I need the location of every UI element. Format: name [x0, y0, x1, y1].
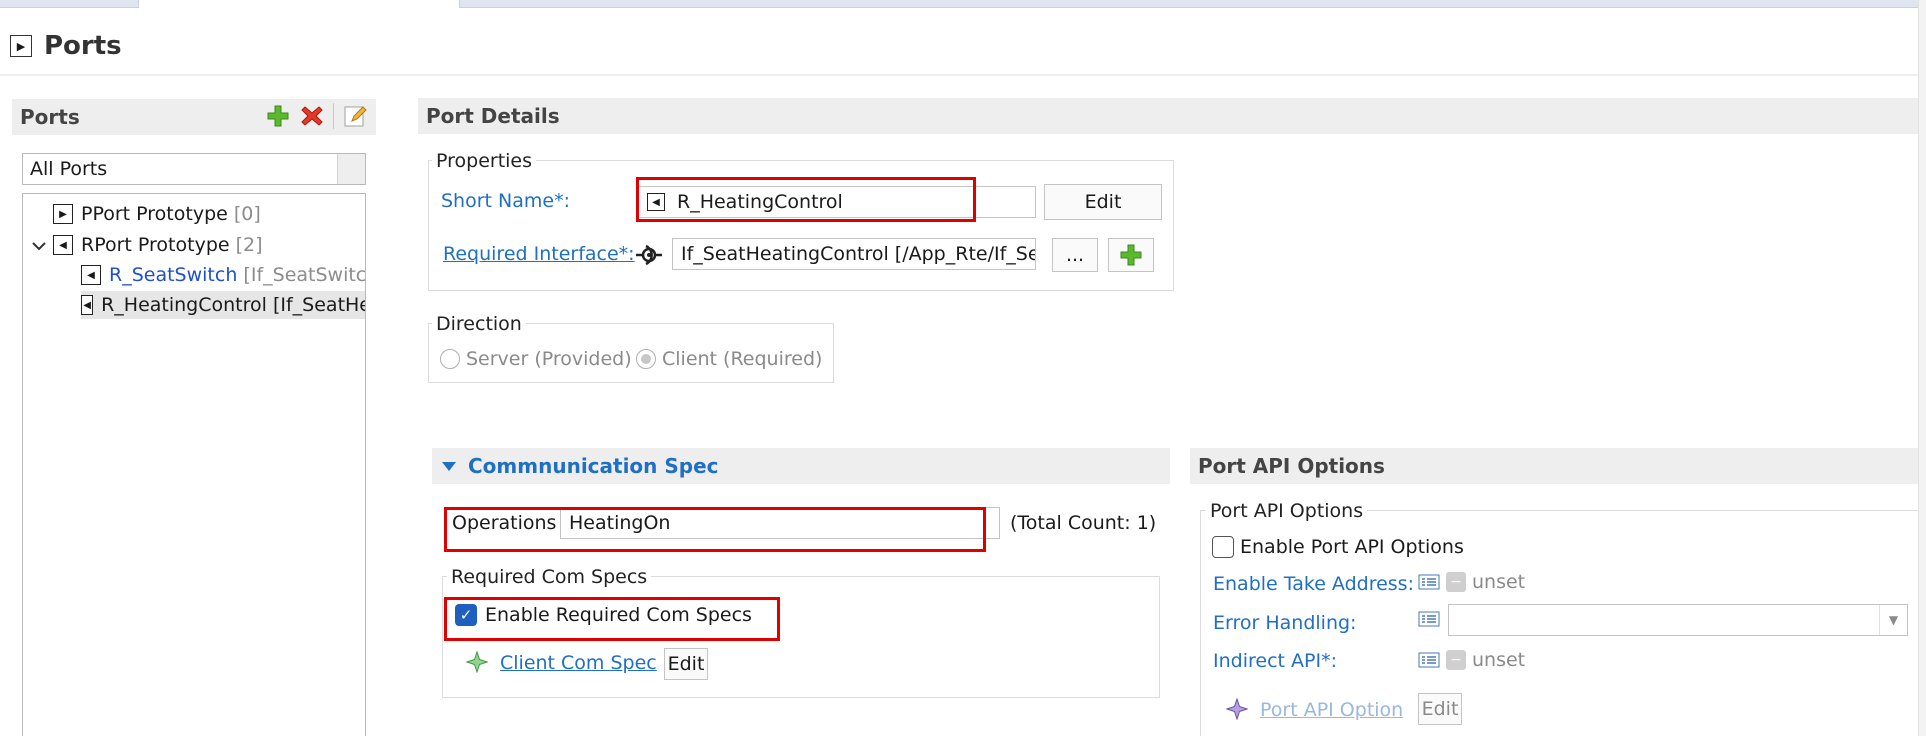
required-com-specs-title: Required Com Specs: [447, 566, 652, 588]
add-port-icon[interactable]: [265, 103, 291, 129]
direction-group-title: Direction: [432, 313, 526, 335]
ports-tree[interactable]: ▶ PPort Prototype [0] ◀ RPort Prototype …: [22, 193, 366, 736]
port-api-option-link[interactable]: Port API Option: [1260, 699, 1403, 721]
enable-port-api-options-checkbox[interactable]: Enable Port API Options: [1212, 536, 1464, 558]
list-properties-icon: [1418, 610, 1440, 632]
sparkle-icon: [1225, 697, 1249, 725]
r-heatingcontrol-label: R_HeatingControl: [101, 294, 267, 316]
vertical-scrollbar[interactable]: [1918, 0, 1926, 736]
client-com-spec-edit-button[interactable]: Edit: [664, 648, 708, 680]
list-properties-icon: [1418, 573, 1440, 591]
pport-count: [0]: [233, 203, 261, 225]
radio-off-icon: [440, 349, 460, 369]
client-com-spec-link[interactable]: Client Com Spec: [500, 652, 657, 674]
server-provided-label: Server (Provided): [466, 348, 632, 370]
tree-item-rport[interactable]: ◀ RPort Prototype [2]: [29, 231, 263, 259]
client-required-radio[interactable]: Client (Required): [636, 348, 822, 370]
port-details-header: Port Details: [418, 98, 1918, 134]
chevron-down-icon[interactable]: [29, 236, 49, 255]
page-title: Ports: [44, 31, 122, 61]
indirect-api-label: Indirect API*:: [1213, 650, 1337, 672]
required-interface-link[interactable]: Required Interface*:: [443, 243, 635, 265]
port-details-title: Port Details: [426, 104, 560, 128]
required-interface-field[interactable]: If_SeatHeatingControl [/App_Rte/If_Sea: [672, 238, 1036, 270]
indirect-api-value-group[interactable]: − unset: [1418, 649, 1525, 671]
list-properties-icon: [1418, 651, 1440, 669]
ports-section-header: Ports: [12, 99, 376, 135]
port-api-options-group-title: Port API Options: [1206, 500, 1368, 522]
server-provided-radio[interactable]: Server (Provided): [440, 348, 632, 370]
sparkle-icon: [465, 650, 489, 678]
radio-selected-icon: [636, 349, 656, 369]
take-address-value: unset: [1472, 571, 1526, 593]
tree-item-r-seatswitch[interactable]: ◀ R_SeatSwitch [If_SeatSwitch: [81, 261, 366, 289]
port-api-options-header-title: Port API Options: [1198, 454, 1385, 478]
port-api-options-header: Port API Options: [1190, 448, 1918, 484]
rport-label: RPort Prototype: [81, 234, 230, 256]
properties-group-title: Properties: [432, 150, 537, 172]
short-name-label: Short Name*:: [441, 190, 570, 212]
highlight-enable-required-com-specs: [444, 597, 780, 641]
r-heatingcontrol-interface: [If_SeatHe: [272, 294, 366, 316]
unset-icon: −: [1446, 650, 1466, 670]
unset-icon: −: [1446, 572, 1466, 592]
collapse-toggle-icon[interactable]: ▶: [10, 35, 32, 57]
add-icon: [1120, 244, 1142, 266]
highlight-operations: [444, 507, 986, 552]
ports-toolbar: [265, 103, 368, 129]
port-filter-value: All Ports: [30, 158, 108, 180]
enable-take-address-label: Enable Take Address:: [1213, 573, 1414, 595]
take-address-value-group[interactable]: − unset: [1418, 571, 1525, 593]
checkbox-unchecked-icon: [1212, 536, 1234, 558]
tree-item-r-heatingcontrol[interactable]: ◀ R_HeatingControl [If_SeatHe: [81, 291, 366, 319]
client-required-label: Client (Required): [662, 348, 823, 370]
add-interface-button[interactable]: [1108, 238, 1154, 272]
toolbar-separator: [333, 103, 334, 129]
r-seatswitch-label: R_SeatSwitch: [109, 264, 238, 286]
pport-node-icon: ▶: [53, 204, 73, 224]
error-handling-label: Error Handling:: [1213, 612, 1357, 634]
rport-item-icon: ◀: [81, 295, 94, 315]
ports-section-title: Ports: [20, 105, 80, 129]
required-interface-value: If_SeatHeatingControl [/App_Rte/If_Sea: [681, 243, 1036, 265]
page-header: ▶ Ports: [10, 26, 122, 66]
enable-port-api-options-label: Enable Port API Options: [1240, 536, 1464, 558]
header-divider: [0, 74, 1926, 76]
highlight-short-name: [636, 177, 976, 222]
pport-label: PPort Prototype: [81, 203, 228, 225]
active-editor-tab[interactable]: [138, 0, 460, 8]
total-count: (Total Count: 1): [1010, 512, 1157, 534]
communication-spec-header[interactable]: Commnunication Spec: [432, 448, 1170, 484]
port-api-option-edit-button[interactable]: Edit: [1418, 693, 1462, 725]
rport-count: [2]: [235, 234, 263, 256]
port-filter-combo[interactable]: All Ports: [22, 153, 366, 185]
error-handling-combo[interactable]: ▼: [1448, 604, 1908, 636]
short-name-edit-button[interactable]: Edit: [1044, 184, 1162, 220]
indirect-api-value: unset: [1472, 649, 1526, 671]
r-seatswitch-interface: [If_SeatSwitch: [243, 264, 366, 286]
browse-interface-button[interactable]: ...: [1052, 238, 1098, 272]
tree-item-pport[interactable]: ▶ PPort Prototype [0]: [53, 200, 261, 228]
expand-triangle-icon[interactable]: [442, 461, 456, 471]
rport-item-icon: ◀: [81, 265, 101, 285]
communication-spec-title: Commnunication Spec: [468, 454, 719, 478]
interface-icon: [636, 243, 664, 272]
rport-node-icon: ◀: [53, 235, 73, 255]
delete-port-icon[interactable]: [299, 103, 325, 129]
chevron-down-icon[interactable]: ▼: [1879, 605, 1907, 635]
rename-port-icon[interactable]: [342, 103, 368, 129]
filter-dropdown-button[interactable]: [337, 154, 365, 184]
